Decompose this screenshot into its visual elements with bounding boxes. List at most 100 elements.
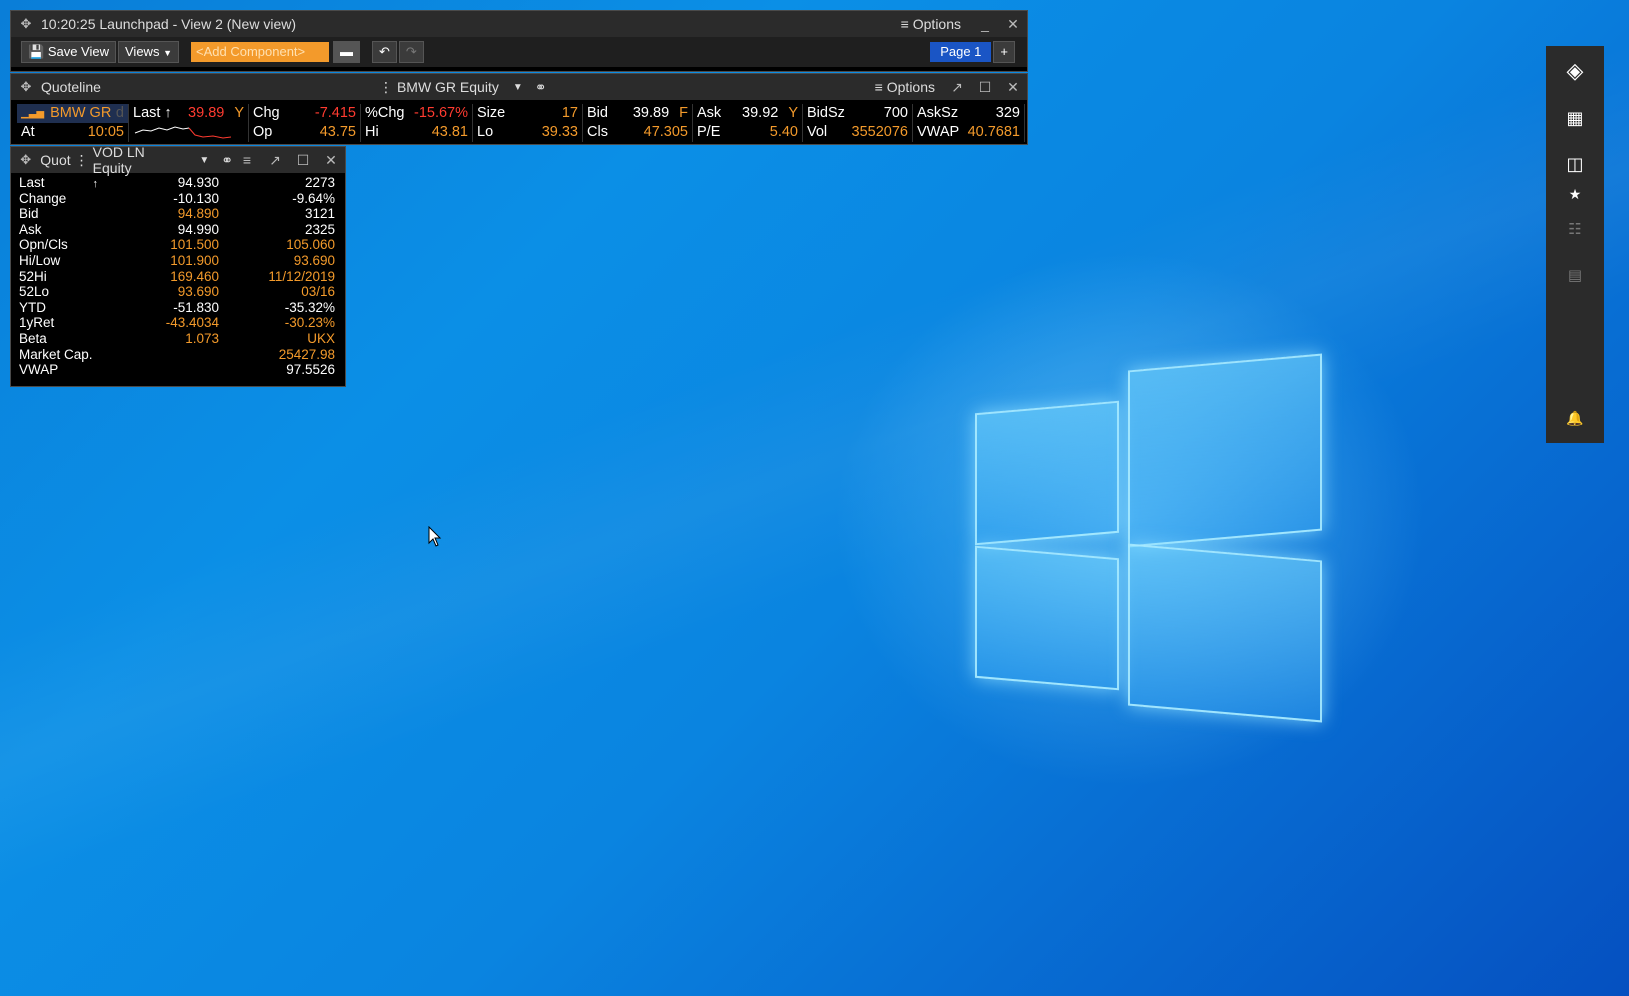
star-icon[interactable]: ★ bbox=[1546, 186, 1604, 203]
quoteline-field-label: Chg bbox=[253, 105, 280, 121]
quoteline-cell[interactable]: ▁▃▅ BMW GR d bbox=[17, 104, 129, 123]
quote-row-label-text: Beta bbox=[19, 330, 47, 346]
quote-row-label-text: Market Cap. bbox=[19, 346, 93, 362]
quoteline-security[interactable]: BMW GR Equity bbox=[397, 79, 499, 95]
quote-row[interactable]: Change -10.130 -9.64% bbox=[19, 191, 337, 207]
maximize-icon[interactable]: ☐ bbox=[289, 152, 317, 169]
list-icon[interactable]: ☷ bbox=[1546, 220, 1604, 238]
quoteline-cell[interactable]: %Chg -15.67% bbox=[361, 104, 473, 123]
quoteline-cell[interactable]: Hi 43.81 bbox=[361, 123, 473, 142]
quote-row-value: -51.830 bbox=[173, 299, 219, 315]
quote-row-value: 169.460 bbox=[170, 268, 219, 284]
views-label: Views bbox=[125, 44, 160, 59]
close-icon[interactable]: ✕ bbox=[317, 152, 345, 169]
popout-icon[interactable]: ↗ bbox=[261, 152, 289, 169]
quoteline-field-label: BMW GR bbox=[50, 105, 112, 121]
quote-row-label: Opn/Cls bbox=[19, 237, 131, 253]
quoteline-field-value: 17 bbox=[561, 105, 578, 121]
quoteline-field-label: P/E bbox=[697, 124, 721, 140]
minimize-icon[interactable]: _ bbox=[971, 16, 999, 32]
close-icon[interactable]: ✕ bbox=[999, 16, 1027, 33]
menu-icon[interactable]: ≡ bbox=[233, 152, 261, 168]
quote-row[interactable]: VWAP 97.5526 bbox=[19, 362, 337, 378]
quoteline-cell[interactable]: VWAP 40.7681 bbox=[913, 123, 1025, 142]
bell-icon[interactable]: 🔔 bbox=[1546, 410, 1604, 427]
quoteline-cell[interactable]: Bid 39.89 F bbox=[583, 104, 693, 123]
quote-row-label-text: 52Hi bbox=[19, 268, 47, 284]
quoteline-cell[interactable] bbox=[129, 123, 249, 142]
quote-titlebar[interactable]: ✥ Quot ⋮ VOD LN Equity ▼ ⚭ ≡ ↗ ☐ ✕ bbox=[11, 144, 345, 176]
quoteline-field-label: Cls bbox=[587, 124, 608, 140]
folder-icon: ▬ bbox=[340, 44, 353, 59]
news-icon[interactable]: ▤ bbox=[1546, 266, 1604, 284]
quote-row[interactable]: Bid 94.890 3121 bbox=[19, 206, 337, 222]
bloomberg-logo-icon[interactable]: ◈ bbox=[1546, 58, 1604, 84]
quote-row[interactable]: Ask 94.990 2325 bbox=[19, 222, 337, 238]
move-icon[interactable]: ✥ bbox=[11, 79, 41, 95]
options-menu-icon[interactable]: ≡ bbox=[875, 79, 883, 95]
quoteline-cell[interactable]: At 10:05 bbox=[17, 123, 129, 142]
quoteline-field-label: BidSz bbox=[807, 105, 845, 121]
quote-row[interactable]: Hi/Low 101.900 93.690 bbox=[19, 253, 337, 269]
maximize-icon[interactable]: ☐ bbox=[971, 79, 999, 96]
layout-icon[interactable]: ◫ bbox=[1546, 154, 1604, 175]
views-dropdown[interactable]: Views ▼ bbox=[118, 41, 179, 63]
quoteline-cell[interactable]: AskSz 329 bbox=[913, 104, 1025, 123]
quote-row[interactable]: 1yRet -43.4034 -30.23% bbox=[19, 315, 337, 331]
quote-row-label: Change bbox=[19, 191, 131, 207]
quoteline-cell[interactable]: Op 43.75 bbox=[249, 123, 361, 142]
quoteline-cell[interactable]: Size 17 bbox=[473, 104, 583, 123]
quote-row[interactable]: Opn/Cls 101.500 105.060 bbox=[19, 237, 337, 253]
quoteline-options-button[interactable]: Options bbox=[887, 79, 935, 95]
quoteline-field-value: 329 bbox=[995, 105, 1020, 121]
launchpad-titlebar[interactable]: ✥ 10:20:25 Launchpad - View 2 (New view)… bbox=[11, 11, 1027, 37]
options-menu-icon[interactable]: ≡ bbox=[901, 16, 909, 32]
quoteline-cell[interactable]: BidSz 700 bbox=[803, 104, 913, 123]
link-icon[interactable]: ⚭ bbox=[221, 152, 233, 169]
undo-button[interactable]: ↶ bbox=[372, 41, 397, 63]
save-view-label: Save View bbox=[47, 44, 109, 59]
save-icon: 💾 bbox=[28, 44, 45, 59]
page-tab[interactable]: Page 1 bbox=[930, 42, 992, 62]
add-page-button[interactable]: + bbox=[993, 41, 1015, 63]
save-view-button[interactable]: 💾 Save View bbox=[21, 41, 116, 63]
quote-row-label: YTD bbox=[19, 300, 131, 316]
popout-icon[interactable]: ↗ bbox=[943, 79, 971, 96]
quoteline-field-label: Bid bbox=[587, 105, 608, 121]
quote-row-value: 101.900 bbox=[170, 252, 219, 268]
quoteline-field-value: 43.75 bbox=[319, 124, 356, 140]
quoteline-cell[interactable]: P/E 5.40 bbox=[693, 123, 803, 142]
move-icon[interactable]: ✥ bbox=[11, 152, 40, 168]
quote-row-label-text: YTD bbox=[19, 299, 46, 315]
quote-row-value-secondary: -9.64% bbox=[292, 190, 335, 206]
quote-row[interactable]: Last ↑ 94.930 2273 bbox=[19, 175, 337, 191]
security-dropdown-icon[interactable]: ▼ bbox=[513, 82, 523, 93]
quoteline-titlebar[interactable]: ✥ Quoteline ⋮ BMW GR Equity ▼ ⚭ ≡ Option… bbox=[11, 74, 1027, 100]
quoteline-cell[interactable]: Vol 3552076 bbox=[803, 123, 913, 142]
add-component-input[interactable]: <Add Component> bbox=[191, 42, 329, 62]
move-icon[interactable]: ✥ bbox=[11, 16, 41, 32]
quote-row-label: Hi/Low bbox=[19, 253, 131, 269]
quoteline-cell[interactable]: Cls 47.305 bbox=[583, 123, 693, 142]
quote-row[interactable]: Beta 1.073 UKX bbox=[19, 331, 337, 347]
quoteline-cell[interactable]: Lo 39.33 bbox=[473, 123, 583, 142]
launchpad-options-button[interactable]: Options bbox=[913, 16, 961, 32]
quoteline-cell[interactable]: Ask 39.92 Y bbox=[693, 104, 803, 123]
quoteline-cell[interactable]: Last ↑ 39.89 Y bbox=[129, 104, 249, 123]
quoteline-cell[interactable]: Chg -7.415 bbox=[249, 104, 361, 123]
quoteline-field-value: 39.92 bbox=[742, 105, 779, 121]
quote-row[interactable]: YTD -51.830 -35.32% bbox=[19, 300, 337, 316]
security-dropdown-icon[interactable]: ▼ bbox=[199, 155, 209, 166]
quote-row[interactable]: Market Cap. 25427.98 bbox=[19, 347, 337, 363]
close-icon[interactable]: ✕ bbox=[999, 79, 1027, 96]
quote-row[interactable]: 52Lo 93.690 03/16 bbox=[19, 284, 337, 300]
link-icon[interactable]: ⚭ bbox=[535, 79, 547, 96]
quote-security[interactable]: VOD LN Equity bbox=[93, 144, 186, 176]
quote-row[interactable]: 52Hi 169.460 11/12/2019 bbox=[19, 269, 337, 285]
quote-row-label-text: Opn/Cls bbox=[19, 237, 68, 253]
quote-row-label: Bid bbox=[19, 206, 131, 222]
redo-button[interactable]: ↷ bbox=[398, 41, 424, 63]
launchpad-window: ✥ 10:20:25 Launchpad - View 2 (New view)… bbox=[10, 10, 1028, 72]
folder-button[interactable]: ▬ bbox=[333, 41, 360, 63]
grid-icon[interactable]: ▦ bbox=[1546, 108, 1604, 129]
